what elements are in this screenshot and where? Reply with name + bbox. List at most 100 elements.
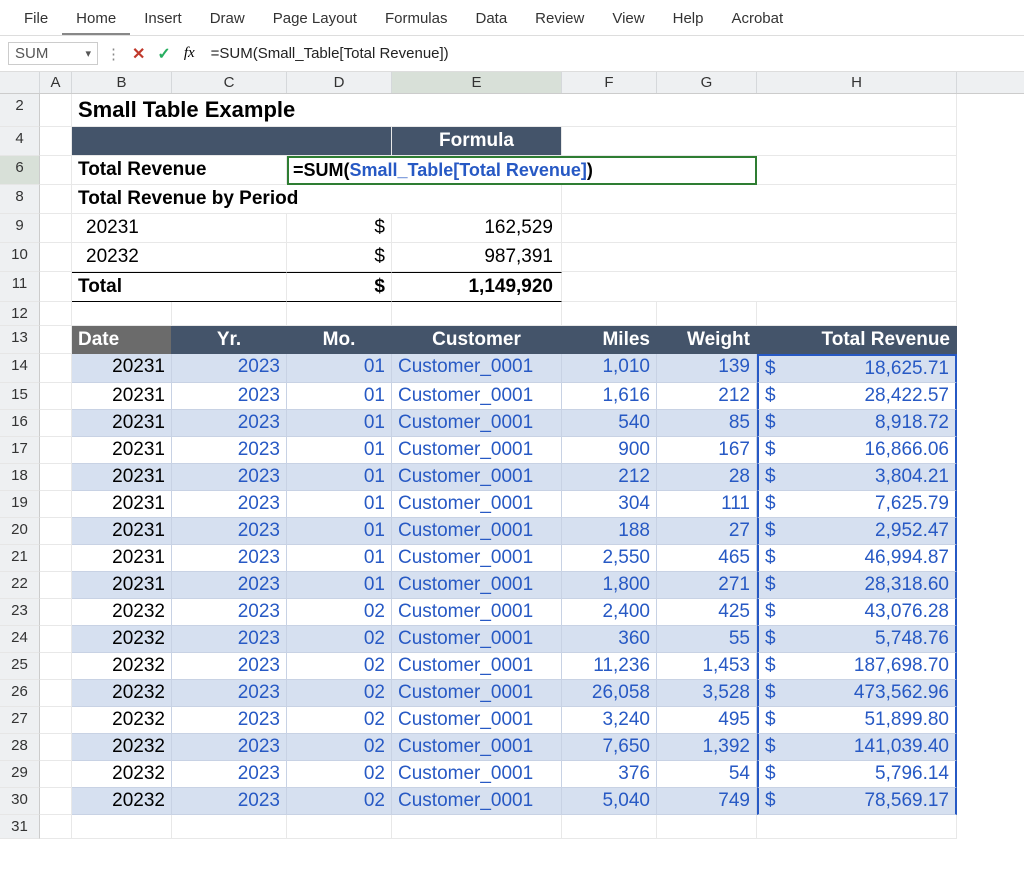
row-header[interactable]: 24	[0, 626, 40, 653]
cell[interactable]	[40, 626, 72, 653]
cell-date[interactable]: 20231	[72, 383, 172, 410]
cell[interactable]	[757, 156, 957, 185]
cell-total-revenue[interactable]: $18,625.71	[757, 354, 957, 383]
cell-customer[interactable]: Customer_0001	[392, 680, 562, 707]
table-header[interactable]: Total Revenue	[757, 326, 957, 354]
cell-year[interactable]: 2023	[172, 354, 287, 383]
ribbon-item-home[interactable]: Home	[62, 4, 130, 35]
cell-month[interactable]: 01	[287, 383, 392, 410]
cell-customer[interactable]: Customer_0001	[392, 545, 562, 572]
row-header[interactable]: 9	[0, 214, 40, 243]
cell-weight[interactable]: 212	[657, 383, 757, 410]
cell-date[interactable]: 20232	[72, 653, 172, 680]
row-header[interactable]: 2	[0, 94, 40, 127]
cell-total-revenue[interactable]: $78,569.17	[757, 788, 957, 815]
period-label[interactable]: 20231	[72, 214, 287, 243]
cell-weight[interactable]: 85	[657, 410, 757, 437]
active-cell-formula[interactable]: =SUM(Small_Table[Total Revenue])	[287, 156, 757, 185]
cell-total-revenue[interactable]: $5,796.14	[757, 761, 957, 788]
ribbon-item-formulas[interactable]: Formulas	[371, 4, 462, 35]
cell[interactable]	[562, 185, 957, 214]
cell-miles[interactable]: 3,240	[562, 707, 657, 734]
cell[interactable]	[40, 464, 72, 491]
cell[interactable]	[392, 302, 562, 326]
cell-customer[interactable]: Customer_0001	[392, 354, 562, 383]
cell-date[interactable]: 20232	[72, 734, 172, 761]
cell-month[interactable]: 02	[287, 788, 392, 815]
row-header[interactable]: 18	[0, 464, 40, 491]
ribbon-item-page-layout[interactable]: Page Layout	[259, 4, 371, 35]
cell-customer[interactable]: Customer_0001	[392, 383, 562, 410]
cell-miles[interactable]: 7,650	[562, 734, 657, 761]
period-value[interactable]: 987,391	[392, 243, 562, 272]
cell[interactable]	[40, 243, 72, 272]
cell-month[interactable]: 02	[287, 734, 392, 761]
cell-customer[interactable]: Customer_0001	[392, 788, 562, 815]
cell-weight[interactable]: 139	[657, 354, 757, 383]
fx-icon[interactable]: fx	[180, 45, 199, 62]
cell-total-revenue[interactable]: $8,918.72	[757, 410, 957, 437]
cell-year[interactable]: 2023	[172, 734, 287, 761]
cell-year[interactable]: 2023	[172, 626, 287, 653]
cell[interactable]	[562, 815, 657, 839]
cell-miles[interactable]: 11,236	[562, 653, 657, 680]
ribbon-item-review[interactable]: Review	[521, 4, 598, 35]
table-header[interactable]: Date	[72, 326, 172, 354]
row-header[interactable]: 29	[0, 761, 40, 788]
cell[interactable]	[562, 243, 957, 272]
cell-weight[interactable]: 495	[657, 707, 757, 734]
cell[interactable]	[172, 815, 287, 839]
cell-year[interactable]: 2023	[172, 491, 287, 518]
row-header[interactable]: 16	[0, 410, 40, 437]
cell-year[interactable]: 2023	[172, 437, 287, 464]
row-header[interactable]: 28	[0, 734, 40, 761]
cell-customer[interactable]: Customer_0001	[392, 653, 562, 680]
formula-input[interactable]	[205, 43, 1016, 64]
cell-year[interactable]: 2023	[172, 518, 287, 545]
cell-month[interactable]: 01	[287, 437, 392, 464]
cell-total-revenue[interactable]: $141,039.40	[757, 734, 957, 761]
cell-date[interactable]: 20231	[72, 410, 172, 437]
row-header[interactable]: 13	[0, 326, 40, 354]
cell[interactable]	[40, 326, 72, 354]
cell-year[interactable]: 2023	[172, 707, 287, 734]
cell-total-revenue[interactable]: $5,748.76	[757, 626, 957, 653]
cell-miles[interactable]: 2,400	[562, 599, 657, 626]
spreadsheet-grid[interactable]: 2Small Table Example4Formula6Total Reven…	[0, 94, 1024, 839]
cell-weight[interactable]: 54	[657, 761, 757, 788]
grand-total-value[interactable]: 1,149,920	[392, 272, 562, 302]
cell-month[interactable]: 01	[287, 491, 392, 518]
row-header[interactable]: 15	[0, 383, 40, 410]
cell-miles[interactable]: 540	[562, 410, 657, 437]
cell[interactable]	[40, 545, 72, 572]
cell-total-revenue[interactable]: $28,318.60	[757, 572, 957, 599]
cell[interactable]	[562, 302, 657, 326]
row-header[interactable]: 17	[0, 437, 40, 464]
cell-month[interactable]: 01	[287, 354, 392, 383]
cell[interactable]	[40, 437, 72, 464]
cell[interactable]	[287, 815, 392, 839]
cell-year[interactable]: 2023	[172, 680, 287, 707]
cancel-icon[interactable]: ✕	[129, 44, 148, 64]
row-header[interactable]: 31	[0, 815, 40, 839]
cell-weight[interactable]: 425	[657, 599, 757, 626]
cell[interactable]	[72, 815, 172, 839]
row-header[interactable]: 30	[0, 788, 40, 815]
table-header[interactable]: Yr.	[172, 326, 287, 354]
cell-date[interactable]: 20231	[72, 518, 172, 545]
cell-year[interactable]: 2023	[172, 761, 287, 788]
cell[interactable]	[40, 410, 72, 437]
cell-customer[interactable]: Customer_0001	[392, 761, 562, 788]
row-header[interactable]: 14	[0, 354, 40, 383]
cell-customer[interactable]: Customer_0001	[392, 410, 562, 437]
cell-miles[interactable]: 1,010	[562, 354, 657, 383]
cell-date[interactable]: 20232	[72, 788, 172, 815]
currency-symbol[interactable]: $	[287, 272, 392, 302]
ribbon-item-file[interactable]: File	[10, 4, 62, 35]
cell-year[interactable]: 2023	[172, 788, 287, 815]
cell-customer[interactable]: Customer_0001	[392, 599, 562, 626]
column-header[interactable]: F	[562, 72, 657, 93]
cell[interactable]	[40, 707, 72, 734]
cell[interactable]	[392, 815, 562, 839]
cell-weight[interactable]: 28	[657, 464, 757, 491]
